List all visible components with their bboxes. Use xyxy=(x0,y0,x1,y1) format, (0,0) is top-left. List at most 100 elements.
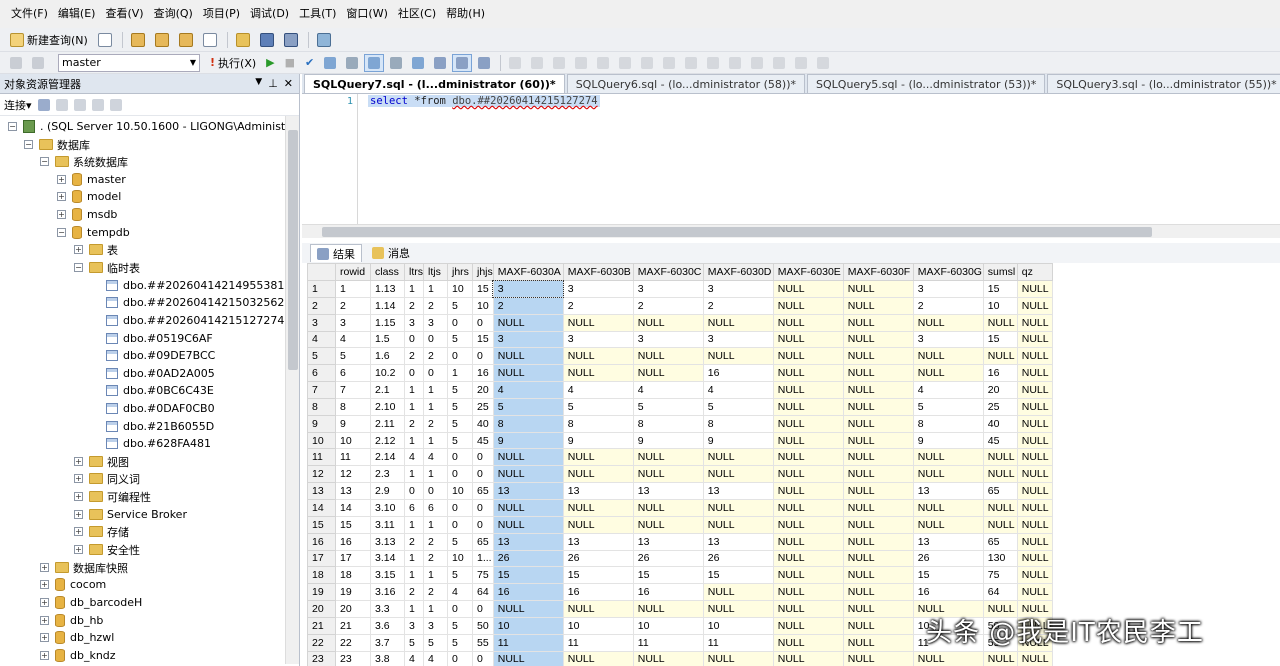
table-cell[interactable]: 7 xyxy=(335,381,371,399)
table-cell[interactable]: 2 xyxy=(404,296,424,315)
row-number-cell[interactable]: 9 xyxy=(307,414,336,433)
tree-node-temp-table[interactable]: dbo.##20260414215127274 xyxy=(106,312,284,329)
table-cell[interactable]: 3.14 xyxy=(370,549,405,568)
change-connection-button[interactable] xyxy=(28,54,48,72)
table-cell[interactable]: 3.6 xyxy=(370,616,405,635)
table-cell[interactable]: NULL xyxy=(842,414,914,433)
table-cell[interactable]: 23 xyxy=(335,650,371,666)
table-cell[interactable]: 26 xyxy=(632,549,704,568)
table-cell[interactable]: 3 xyxy=(562,330,634,349)
table-cell[interactable]: NULL xyxy=(772,566,844,585)
table-cell[interactable]: 1.14 xyxy=(370,296,405,315)
table-cell[interactable]: 5 xyxy=(447,431,473,450)
table-cell[interactable]: 10 xyxy=(492,616,564,635)
row-number-cell[interactable]: 12 xyxy=(307,465,336,484)
table-cell[interactable]: 25 xyxy=(472,397,494,416)
table-cell[interactable]: NULL xyxy=(1016,296,1053,315)
row-number-cell[interactable]: 4 xyxy=(307,330,336,349)
stop-icon[interactable] xyxy=(73,98,86,111)
table-cell[interactable]: 3.11 xyxy=(370,515,405,534)
table-cell[interactable]: 8 xyxy=(912,414,984,433)
table-cell[interactable]: 2 xyxy=(335,296,371,315)
row-number-cell[interactable]: 8 xyxy=(307,397,336,416)
save-button[interactable] xyxy=(256,31,278,49)
table-cell[interactable]: 1 xyxy=(404,397,424,416)
row-number-header[interactable] xyxy=(307,263,336,281)
tab-messages[interactable]: 消息 xyxy=(366,244,416,262)
table-cell[interactable]: NULL xyxy=(842,313,914,332)
table-cell[interactable]: 13 xyxy=(702,532,774,551)
table-cell[interactable]: NULL xyxy=(912,448,984,467)
table-cell[interactable]: 3 xyxy=(912,280,984,298)
expand-icon[interactable]: + xyxy=(40,633,49,642)
table-cell[interactable]: 2 xyxy=(562,296,634,315)
expand-icon[interactable]: + xyxy=(40,580,49,589)
menu-edit[interactable]: 编辑(E) xyxy=(53,0,101,28)
tab-sqlquery5[interactable]: SQLQuery5.sql - (lo...dministrator (53))… xyxy=(807,74,1046,93)
menu-file[interactable]: 文件(F) xyxy=(6,0,53,28)
table-cell[interactable]: NULL xyxy=(632,347,704,366)
table-cell[interactable]: NULL xyxy=(982,650,1018,666)
table-cell[interactable]: 16 xyxy=(632,583,704,602)
table-cell[interactable]: 5 xyxy=(447,616,473,635)
table-cell[interactable]: NULL xyxy=(702,600,774,618)
table-cell[interactable]: 25 xyxy=(982,397,1018,416)
table-cell[interactable]: 0 xyxy=(447,515,473,534)
table-cell[interactable]: NULL xyxy=(1016,313,1053,332)
table-cell[interactable]: 3.7 xyxy=(370,633,405,652)
table-cell[interactable]: 4 xyxy=(702,381,774,399)
table-cell[interactable]: NULL xyxy=(842,616,914,635)
table-cell[interactable]: 13 xyxy=(492,482,564,500)
table-cell[interactable]: 4 xyxy=(562,381,634,399)
table-cell[interactable]: 11 xyxy=(702,633,774,652)
table-cell[interactable]: 15 xyxy=(912,566,984,585)
tree-node-tempdb[interactable]: − tempdb xyxy=(57,224,130,241)
table-cell[interactable]: NULL xyxy=(912,465,984,484)
table-cell[interactable]: NULL xyxy=(842,482,914,500)
expand-icon[interactable]: + xyxy=(74,457,83,466)
clear-bookmarks-button[interactable] xyxy=(681,54,701,72)
table-cell[interactable]: 15 xyxy=(562,566,634,585)
column-header[interactable]: jhjs xyxy=(472,263,494,281)
filter-icon[interactable] xyxy=(91,98,104,111)
table-cell[interactable]: 3.13 xyxy=(370,532,405,551)
scrollbar-thumb[interactable] xyxy=(322,227,1152,237)
table-cell[interactable]: NULL xyxy=(772,364,844,383)
table-cell[interactable]: NULL xyxy=(842,549,914,568)
table-cell[interactable]: 20 xyxy=(982,381,1018,399)
table-cell[interactable]: 1 xyxy=(423,600,448,618)
new-file-button[interactable] xyxy=(94,31,116,49)
collapse-icon[interactable]: − xyxy=(8,122,17,131)
table-cell[interactable]: NULL xyxy=(982,448,1018,467)
table-cell[interactable]: 13 xyxy=(632,482,704,500)
table-cell[interactable]: 10 xyxy=(447,549,473,568)
specify-values-button[interactable] xyxy=(593,54,613,72)
table-cell[interactable]: NULL xyxy=(492,515,564,534)
table-cell[interactable]: NULL xyxy=(912,347,984,366)
row-number-cell[interactable]: 23 xyxy=(307,650,336,666)
table-cell[interactable]: NULL xyxy=(772,600,844,618)
table-row[interactable]: 14 14 3.10 6 6 0 0 NULL NULL NULL NULL NULL NULL NULL… xyxy=(307,498,1053,517)
table-cell[interactable]: NULL xyxy=(772,414,844,433)
open-file-button[interactable] xyxy=(232,31,254,49)
table-cell[interactable]: NULL xyxy=(842,448,914,467)
cancel-query-button[interactable]: ■ xyxy=(281,54,299,72)
table-cell[interactable]: 14 xyxy=(335,498,371,517)
table-cell[interactable]: 3.8 xyxy=(370,650,405,666)
new-query-button[interactable]: 新建查询(N) xyxy=(6,31,92,49)
table-cell[interactable]: 1 xyxy=(423,381,448,399)
table-cell[interactable]: 10 xyxy=(447,482,473,500)
table-cell[interactable]: NULL xyxy=(842,381,914,399)
row-number-cell[interactable]: 5 xyxy=(307,347,336,366)
table-cell[interactable]: NULL xyxy=(492,498,564,517)
table-cell[interactable]: 15 xyxy=(472,330,494,349)
table-cell[interactable]: NULL xyxy=(632,364,704,383)
table-cell[interactable]: NULL xyxy=(772,482,844,500)
table-row[interactable]: 6 6 10.2 0 0 1 16 NULL NULL NULL 16 NULL NULL NULL 16 N… xyxy=(307,364,1053,383)
dmx-query-button[interactable] xyxy=(199,31,221,49)
table-cell[interactable]: 13 xyxy=(632,532,704,551)
row-number-cell[interactable]: 16 xyxy=(307,532,336,551)
mdx-query-button[interactable] xyxy=(175,31,197,49)
table-cell[interactable]: 2 xyxy=(404,583,424,602)
table-cell[interactable]: 64 xyxy=(472,583,494,602)
